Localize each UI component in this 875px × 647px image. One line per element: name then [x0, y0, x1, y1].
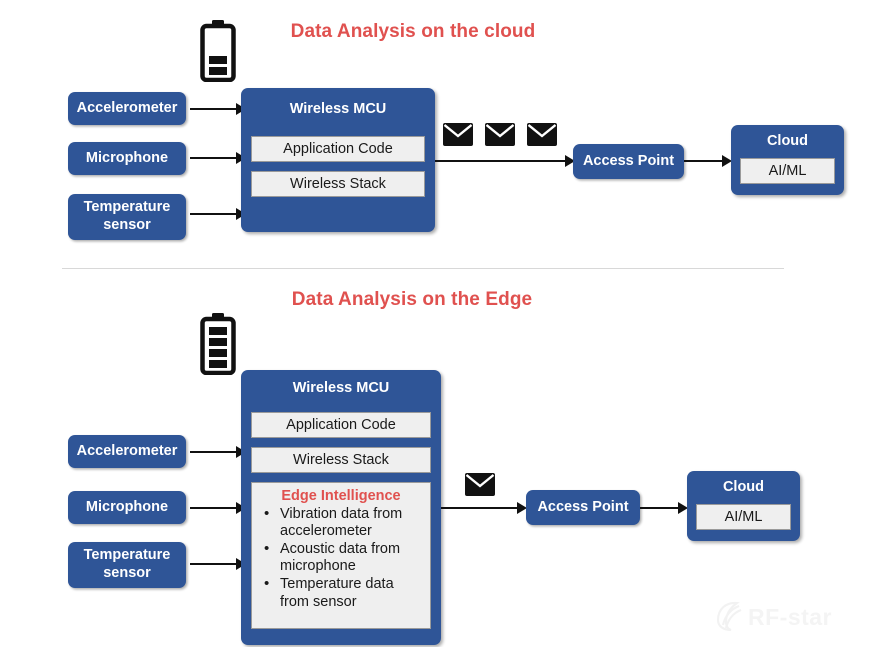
mcu-slot-label: Wireless Stack	[290, 176, 386, 192]
edge-section-title: Data Analysis on the Edge	[291, 289, 533, 310]
cloud-slot-label: AI/ML	[768, 163, 807, 179]
sensor-label: Accelerometer	[76, 100, 178, 117]
envelope-icon	[443, 123, 473, 146]
mcu-title: Wireless MCU	[289, 101, 387, 117]
mcu-slot-application-code[interactable]: Application Code	[251, 412, 431, 438]
arrow-temperature-to-mcu-cloud	[190, 213, 238, 215]
list-item: Temperature data from sensor	[258, 575, 424, 610]
access-point-label: Access Point	[537, 499, 629, 516]
mcu-slot-wireless-stack[interactable]: Wireless Stack	[251, 171, 425, 197]
cloud-node-edge[interactable]: Cloud AI/ML	[687, 471, 800, 541]
mcu-slot-label: Application Code	[283, 141, 393, 157]
envelope-icon	[465, 473, 495, 496]
arrow-access-point-to-cloud-edge	[640, 507, 682, 509]
wireless-mcu-cloud[interactable]: Wireless MCU Application Code Wireless S…	[241, 88, 435, 232]
sensor-temperature-edge[interactable]: Temperature sensor	[68, 542, 186, 588]
sensor-label: Accelerometer	[76, 443, 178, 460]
sensor-label-line1: Temperature	[83, 199, 171, 216]
list-item: Acoustic data from microphone	[258, 540, 424, 575]
edge-intelligence-list: Vibration data from accelerometer Acoust…	[258, 505, 424, 611]
sensor-label-line2: sensor	[103, 217, 151, 233]
mcu-slot-wireless-stack[interactable]: Wireless Stack	[251, 447, 431, 473]
arrow-accelerometer-to-mcu-cloud	[190, 108, 238, 110]
arrow-microphone-to-mcu-edge	[190, 507, 238, 509]
arrow-temperature-to-mcu-edge	[190, 563, 238, 565]
list-item: Vibration data from accelerometer	[258, 505, 424, 540]
mcu-slot-application-code[interactable]: Application Code	[251, 136, 425, 162]
access-point-cloud[interactable]: Access Point	[573, 144, 684, 179]
rf-star-wordmark: RF-star	[748, 604, 832, 630]
battery-full-icon	[198, 313, 238, 375]
arrow-microphone-to-mcu-cloud	[190, 157, 238, 159]
arrow-access-point-to-cloud-cloud	[684, 160, 726, 162]
arrow-accelerometer-to-mcu-edge	[190, 451, 238, 453]
cloud-title: Cloud	[766, 133, 809, 149]
sensor-microphone-edge[interactable]: Microphone	[68, 491, 186, 524]
rf-star-swoosh-icon	[716, 601, 742, 632]
mcu-title: Wireless MCU	[292, 380, 390, 396]
cloud-slot-label: AI/ML	[724, 509, 763, 525]
arrow-mcu-to-access-point-cloud	[435, 160, 567, 162]
sensor-temperature-cloud[interactable]: Temperature sensor	[68, 194, 186, 240]
sensor-label-line2: sensor	[103, 565, 151, 581]
cloud-section-title: Data Analysis on the cloud	[290, 21, 536, 42]
mcu-slot-label: Wireless Stack	[293, 452, 389, 468]
sensor-accelerometer-cloud[interactable]: Accelerometer	[68, 92, 186, 125]
envelope-icon	[485, 123, 515, 146]
access-point-label: Access Point	[582, 153, 675, 170]
sensor-label-line1: Temperature	[83, 547, 171, 564]
access-point-edge[interactable]: Access Point	[526, 490, 640, 525]
arrow-mcu-to-access-point-edge	[441, 507, 519, 509]
rf-star-watermark: RF-star	[714, 600, 866, 634]
cloud-slot-ai-ml[interactable]: AI/ML	[740, 158, 835, 184]
sensor-label: Microphone	[85, 499, 169, 516]
cloud-slot-ai-ml[interactable]: AI/ML	[696, 504, 791, 530]
sensor-accelerometer-edge[interactable]: Accelerometer	[68, 435, 186, 468]
edge-intelligence-panel[interactable]: Edge Intelligence Vibration data from ac…	[251, 482, 431, 629]
cloud-node-cloud[interactable]: Cloud AI/ML	[731, 125, 844, 195]
mcu-slot-label: Application Code	[286, 417, 396, 433]
sensor-label: Microphone	[85, 150, 169, 167]
envelope-icon	[527, 123, 557, 146]
wireless-mcu-edge[interactable]: Wireless MCU Application Code Wireless S…	[241, 370, 441, 645]
battery-low-icon	[198, 20, 238, 82]
diagram-canvas: Data Analysis on the cloud Accelerometer…	[0, 0, 875, 647]
sensor-microphone-cloud[interactable]: Microphone	[68, 142, 186, 175]
section-divider	[62, 268, 784, 269]
cloud-title: Cloud	[722, 479, 765, 495]
edge-intelligence-heading: Edge Intelligence	[281, 488, 401, 504]
